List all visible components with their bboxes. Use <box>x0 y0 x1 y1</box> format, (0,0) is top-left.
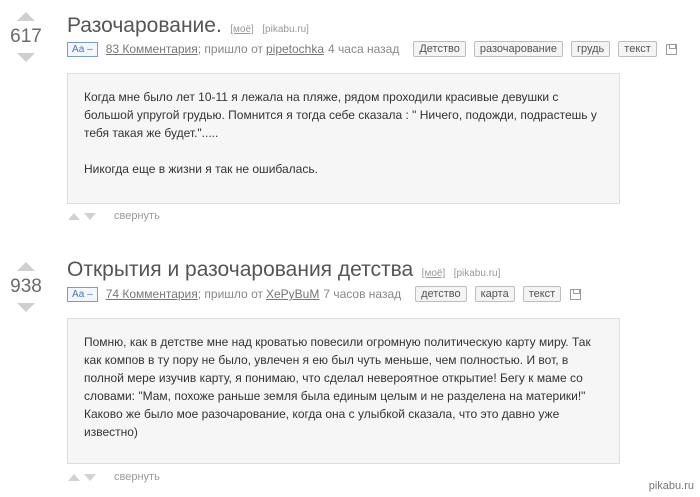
post-footer: свернуть <box>68 210 160 222</box>
post-body: Когда мне было лет 10-11 я лежала на пля… <box>67 73 620 204</box>
mini-vote-up-icon[interactable] <box>68 473 80 481</box>
rating-widget: 617 <box>4 12 48 62</box>
body-paragraph: Никогда еще в жизни я так не ошибалась. <box>84 162 318 176</box>
vote-down-icon[interactable] <box>17 53 35 62</box>
tag[interactable]: детство <box>415 286 467 302</box>
body-paragraph: Помню, как в детстве мне над кроватью по… <box>84 335 591 403</box>
from-text: ; пришло от <box>197 42 263 56</box>
tag[interactable]: грудь <box>571 41 611 57</box>
post-meta: Аа – 74 Комментария ; пришло от XePyBuM … <box>67 286 582 302</box>
rating-score: 617 <box>10 26 42 47</box>
mini-vote-down-icon[interactable] <box>84 212 96 220</box>
post-title[interactable]: Открытия и разочарования детства <box>67 258 413 281</box>
mine-link[interactable]: [моё] <box>422 268 446 279</box>
tag[interactable]: текст <box>522 286 562 302</box>
rating-widget: 938 <box>4 262 48 312</box>
mini-vote-up-icon[interactable] <box>68 212 80 220</box>
vote-up-icon[interactable] <box>17 262 35 271</box>
collapse-link[interactable]: свернуть <box>114 471 160 483</box>
post-title[interactable]: Разочарование. <box>67 14 222 37</box>
body-paragraph: Каково же было мое разочарование, когда … <box>84 407 560 439</box>
body-paragraph <box>84 142 603 160</box>
author-link[interactable]: pipetochka <box>266 42 324 56</box>
from-text: ; пришло от <box>197 287 263 301</box>
post-time: 4 часа назад <box>328 42 400 56</box>
font-size-toggle[interactable]: Аа – <box>67 41 98 57</box>
source-label: [pikabu.ru] <box>262 24 309 35</box>
collapse-link[interactable]: свернуть <box>114 210 160 222</box>
body-paragraph: Когда мне было лет 10-11 я лежала на пля… <box>84 90 597 140</box>
post-title-line: Открытия и разочарования детства [моё] [… <box>67 258 500 282</box>
tag[interactable]: текст <box>618 41 657 57</box>
vote-down-icon[interactable] <box>17 303 35 312</box>
tag[interactable]: карта <box>474 286 515 302</box>
post-meta: Аа – 83 Комментария ; пришло от pipetoch… <box>67 41 677 57</box>
tag[interactable]: разочарование <box>473 41 563 57</box>
mini-vote-down-icon[interactable] <box>84 473 96 481</box>
site-watermark: pikabu.ru <box>648 480 694 492</box>
font-size-toggle[interactable]: Аа – <box>67 286 98 302</box>
vote-up-icon[interactable] <box>17 12 35 21</box>
mine-link[interactable]: [моё] <box>230 24 254 35</box>
comments-link[interactable]: 83 Комментария <box>106 42 198 56</box>
post-footer: свернуть <box>68 471 160 483</box>
rating-score: 938 <box>10 276 42 297</box>
save-icon[interactable] <box>665 43 677 55</box>
post-title-line: Разочарование. [моё] [pikabu.ru] <box>67 14 309 38</box>
post-time: 7 часов назад <box>323 287 402 301</box>
post-body: Помню, как в детстве мне над кроватью по… <box>67 318 620 464</box>
source-label: [pikabu.ru] <box>453 268 501 279</box>
comments-link[interactable]: 74 Комментария <box>106 287 198 301</box>
save-icon[interactable] <box>570 288 582 300</box>
tag[interactable]: Детство <box>413 41 466 57</box>
author-link[interactable]: XePyBuM <box>266 287 319 301</box>
